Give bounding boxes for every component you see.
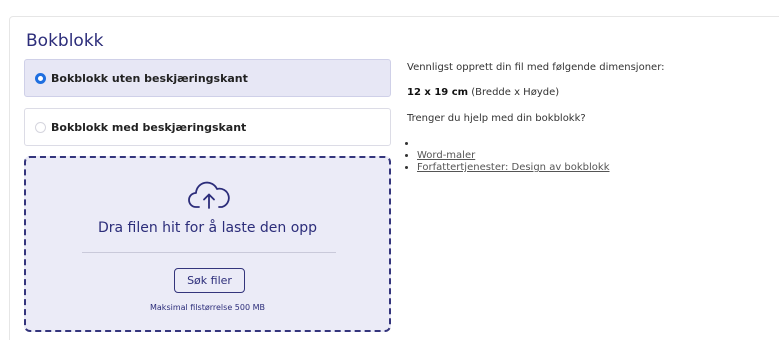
help-text: Trenger du hjelp med din bokblokk? bbox=[407, 113, 586, 124]
author-services-link[interactable]: Forfattertjenester: Design av bokblokk bbox=[417, 162, 610, 173]
list-item: Forfattertjenester: Design av bokblokk bbox=[417, 162, 610, 174]
option-label: Bokblokk uten beskjæringskant bbox=[51, 71, 248, 85]
dimension-line: 12 x 19 cm (Bredde x Høyde) bbox=[407, 87, 559, 98]
cloud-upload-icon bbox=[188, 181, 230, 209]
list-item: Word-maler bbox=[417, 150, 610, 162]
radio-selected-icon[interactable] bbox=[35, 72, 46, 84]
dropzone-text: Dra filen hit for å laste den opp bbox=[97, 220, 318, 236]
dimension-intro: Vennligst opprett din fil med følgende d… bbox=[407, 62, 665, 73]
section-title: Bokblokk bbox=[26, 31, 104, 51]
dimension-value: 12 x 19 cm bbox=[407, 87, 469, 98]
divider bbox=[82, 252, 336, 253]
word-templates-link[interactable]: Word-maler bbox=[417, 150, 475, 161]
option-without-bleed[interactable]: Bokblokk uten beskjæringskant bbox=[24, 59, 391, 97]
option-with-bleed[interactable]: Bokblokk med beskjæringskant bbox=[24, 108, 391, 146]
help-links-list: Word-maler Forfattertjenester: Design av… bbox=[417, 138, 610, 174]
dimension-note: (Bredde x Høyde) bbox=[468, 87, 560, 98]
max-file-size-text: Maksimal filstørrelse 500 MB bbox=[150, 303, 265, 312]
browse-files-button[interactable]: Søk filer bbox=[174, 268, 245, 293]
option-label: Bokblokk med beskjæringskant bbox=[51, 120, 247, 134]
file-dropzone[interactable]: Dra filen hit for å laste den opp Søk fi… bbox=[24, 156, 391, 332]
radio-unselected-icon[interactable] bbox=[35, 121, 46, 133]
list-item-empty bbox=[417, 138, 610, 150]
